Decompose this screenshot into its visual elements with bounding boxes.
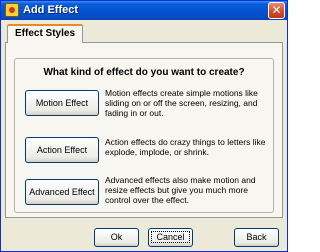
window-title: Add Effect xyxy=(23,4,78,16)
close-button[interactable]: ✕ xyxy=(268,2,285,19)
advanced-effect-label: Advanced Effect xyxy=(29,187,95,197)
question-heading: What kind of effect do you want to creat… xyxy=(43,67,245,78)
advanced-effect-button[interactable]: Advanced Effect xyxy=(25,179,99,205)
add-effect-dialog: Add Effect ✕ Effect Styles What kind of … xyxy=(0,0,288,252)
action-effect-label: Action Effect xyxy=(36,145,88,155)
tab-effect-styles[interactable]: Effect Styles xyxy=(7,24,83,43)
title-bar[interactable]: Add Effect ✕ xyxy=(1,1,287,20)
advanced-effect-description: Advanced effects also make motion and re… xyxy=(105,175,256,205)
app-icon xyxy=(5,3,19,17)
effect-choice-group: What kind of effect do you want to creat… xyxy=(14,58,274,213)
cancel-button[interactable]: Cancel xyxy=(148,228,193,247)
back-label: Back xyxy=(246,232,267,242)
close-icon: ✕ xyxy=(271,3,282,17)
action-effect-button[interactable]: Action Effect xyxy=(25,137,99,163)
motion-effect-button[interactable]: Motion Effect xyxy=(25,90,99,116)
back-button[interactable]: Back xyxy=(234,228,279,247)
motion-effect-label: Motion Effect xyxy=(35,98,89,108)
motion-effect-description: Motion effects create simple motions lik… xyxy=(105,88,258,118)
tab-label: Effect Styles xyxy=(14,28,76,39)
ok-label: Ok xyxy=(110,232,123,242)
ok-button[interactable]: Ok xyxy=(94,228,139,247)
cancel-label: Cancel xyxy=(151,231,190,243)
action-effect-description: Action effects do crazy things to letter… xyxy=(105,137,266,157)
tab-panel: What kind of effect do you want to creat… xyxy=(5,42,283,218)
